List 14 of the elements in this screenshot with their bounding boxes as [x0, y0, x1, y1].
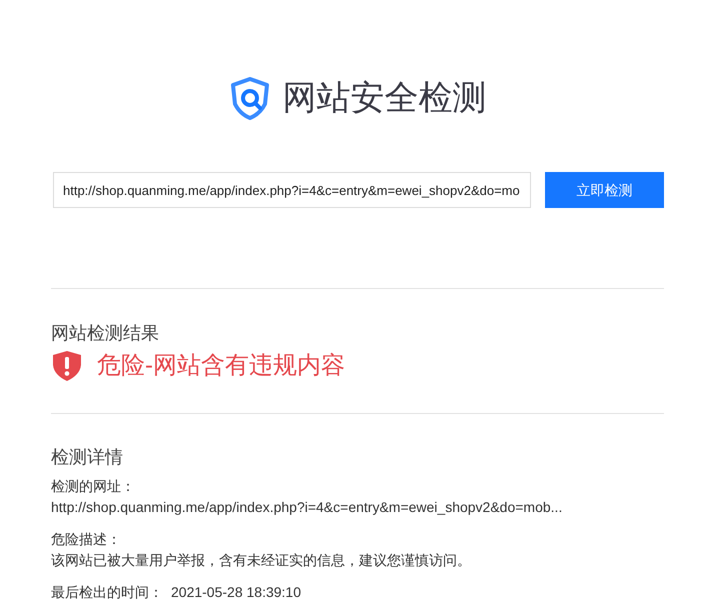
scan-button[interactable]: 立即检测 — [545, 172, 664, 208]
field-label: 危险描述： — [51, 530, 122, 549]
field-value: 该网站已被大量用户举报，含有未经证实的信息，建议您谨慎访问。 — [51, 551, 472, 570]
field-value: 2021-05-28 18:39:10 — [170, 583, 301, 602]
verdict-text: 危险-网站含有违规内容 — [97, 351, 345, 381]
alert-shield-icon — [51, 350, 83, 382]
url-input-field[interactable]: http://shop.quanming.me/app/index.php?i=4&c=entry&m=ewei_shopv2&do=mo — [53, 172, 532, 208]
field-label: 检测的网址： — [51, 477, 136, 496]
section-heading: 网站检测结果 — [51, 322, 160, 345]
section-heading: 检测详情 — [51, 446, 124, 469]
field-value: http://shop.quanming.me/app/index.php?i=4&c=entry&m=ewei_shopv2&do=mob... — [51, 498, 564, 517]
page-title: 网站安全检测 — [282, 78, 486, 118]
field-label: 最后检出的时间： — [51, 583, 163, 602]
shield-search-icon — [228, 76, 270, 120]
